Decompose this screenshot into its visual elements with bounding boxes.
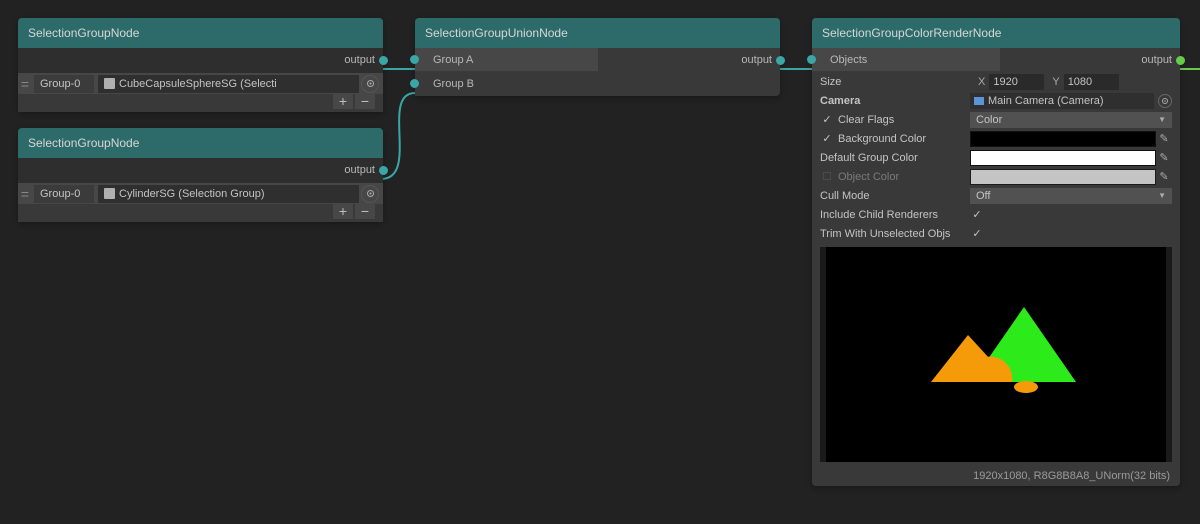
- size-row: Size X Y: [812, 72, 1180, 91]
- bg-color-checkbox[interactable]: ✓: [820, 132, 834, 145]
- object-picker-button[interactable]: [361, 185, 379, 203]
- node-header[interactable]: SelectionGroupNode: [18, 18, 383, 48]
- default-group-color-row: Default Group Color ✎: [812, 148, 1180, 167]
- clear-flags-label: Clear Flags: [838, 114, 970, 126]
- input-port-group-b: Group B: [415, 72, 598, 96]
- render-footer: 1920x1080, R8G8B8A8_UNorm(32 bits): [812, 466, 1180, 486]
- output-label: output: [344, 164, 375, 176]
- chevron-down-icon: ▼: [1158, 191, 1166, 200]
- group-value-field[interactable]: CylinderSG (Selection Group): [98, 185, 359, 203]
- drag-handle-icon[interactable]: =: [18, 73, 32, 94]
- default-group-color-label: Default Group Color: [820, 152, 970, 164]
- size-y-input[interactable]: [1064, 74, 1119, 90]
- node-title: SelectionGroupColorRenderNode: [822, 26, 1001, 40]
- output-label: output: [344, 54, 375, 66]
- asset-icon: [104, 78, 115, 89]
- size-x-input[interactable]: [989, 74, 1044, 90]
- node-selection-group-color-render: SelectionGroupColorRenderNode Objects ou…: [812, 18, 1180, 486]
- asset-icon: [104, 188, 115, 199]
- include-child-row: Include Child Renderers ✓: [812, 205, 1180, 224]
- trim-checkbox[interactable]: ✓: [970, 227, 984, 240]
- node-header[interactable]: SelectionGroupColorRenderNode: [812, 18, 1180, 48]
- node-selection-group-2: SelectionGroupNode output = Group-0 Cyli…: [18, 128, 383, 222]
- size-label: Size: [820, 76, 970, 88]
- input-port-group-a: Group A: [415, 48, 598, 72]
- add-remove-row: + −: [18, 94, 383, 112]
- output-port[interactable]: [379, 166, 388, 175]
- node-selection-group-1: SelectionGroupNode output = Group-0 Cube…: [18, 18, 383, 112]
- add-button[interactable]: +: [333, 94, 353, 109]
- include-child-label: Include Child Renderers: [820, 209, 970, 221]
- include-child-checkbox[interactable]: ✓: [970, 208, 984, 221]
- remove-button[interactable]: −: [355, 204, 375, 219]
- add-remove-row: + −: [18, 204, 383, 222]
- bg-color-swatch[interactable]: [970, 131, 1156, 147]
- bg-color-label: Background Color: [838, 133, 970, 145]
- node-header[interactable]: SelectionGroupNode: [18, 128, 383, 158]
- output-port-row: output: [18, 158, 383, 182]
- node-selection-group-union: SelectionGroupUnionNode Group A Group B …: [415, 18, 780, 96]
- output-label: output: [1141, 54, 1172, 66]
- object-picker-button[interactable]: [361, 75, 379, 93]
- node-title: SelectionGroupUnionNode: [425, 26, 568, 40]
- eyedropper-icon[interactable]: ✎: [1156, 132, 1172, 145]
- node-title: SelectionGroupNode: [28, 26, 139, 40]
- object-color-row: ☐ Object Color ✎: [812, 167, 1180, 186]
- group-row: = Group-0 CylinderSG (Selection Group): [18, 182, 383, 204]
- cull-mode-label: Cull Mode: [820, 190, 970, 202]
- output-label: output: [741, 54, 772, 66]
- default-group-color-swatch[interactable]: [970, 150, 1156, 166]
- output-port-row: output: [18, 48, 383, 72]
- bg-color-row: ✓ Background Color ✎: [812, 129, 1180, 148]
- camera-icon: [974, 97, 984, 105]
- object-color-label: Object Color: [838, 171, 970, 183]
- group-row: = Group-0 CubeCapsuleSphereSG (Selecti: [18, 72, 383, 94]
- node-header[interactable]: SelectionGroupUnionNode: [415, 18, 780, 48]
- render-preview: [820, 247, 1172, 462]
- cull-mode-dropdown[interactable]: Off ▼: [970, 188, 1172, 204]
- input-port-objects: Objects: [812, 48, 1000, 72]
- output-port-row: output: [1000, 48, 1180, 72]
- node-title: SelectionGroupNode: [28, 136, 139, 150]
- trim-row: Trim With Unselected Objs ✓: [812, 224, 1180, 243]
- camera-label: Camera: [820, 95, 970, 107]
- group-label: Group-0: [34, 185, 94, 203]
- group-label: Group-0: [34, 75, 94, 93]
- clear-flags-dropdown[interactable]: Color ▼: [970, 112, 1172, 128]
- chevron-down-icon: ▼: [1158, 115, 1166, 124]
- eyedropper-icon[interactable]: ✎: [1156, 151, 1172, 164]
- x-label: X: [978, 76, 985, 88]
- camera-picker-button[interactable]: [1158, 94, 1172, 108]
- output-port[interactable]: [1176, 56, 1185, 65]
- clear-flags-row: ✓ Clear Flags Color ▼: [812, 110, 1180, 129]
- remove-button[interactable]: −: [355, 94, 375, 109]
- group-value-field[interactable]: CubeCapsuleSphereSG (Selecti: [98, 75, 359, 93]
- output-port-row: output: [598, 48, 781, 72]
- trim-label: Trim With Unselected Objs: [820, 228, 970, 240]
- camera-row: Camera Main Camera (Camera): [812, 91, 1180, 110]
- object-color-swatch[interactable]: [970, 169, 1156, 185]
- clear-flags-checkbox[interactable]: ✓: [820, 113, 834, 126]
- output-port[interactable]: [379, 56, 388, 65]
- input-label: Objects: [830, 54, 867, 66]
- input-label-b: Group B: [433, 78, 474, 90]
- output-port[interactable]: [776, 56, 785, 65]
- add-button[interactable]: +: [333, 204, 353, 219]
- y-label: Y: [1052, 76, 1059, 88]
- input-port-a[interactable]: [410, 55, 419, 64]
- cull-mode-row: Cull Mode Off ▼: [812, 186, 1180, 205]
- drag-handle-icon[interactable]: =: [18, 183, 32, 204]
- object-color-checkbox[interactable]: ☐: [820, 170, 834, 183]
- camera-field[interactable]: Main Camera (Camera): [970, 93, 1154, 109]
- input-port[interactable]: [807, 55, 816, 64]
- input-port-b[interactable]: [410, 79, 419, 88]
- eyedropper-icon[interactable]: ✎: [1156, 170, 1172, 183]
- input-label-a: Group A: [433, 54, 473, 66]
